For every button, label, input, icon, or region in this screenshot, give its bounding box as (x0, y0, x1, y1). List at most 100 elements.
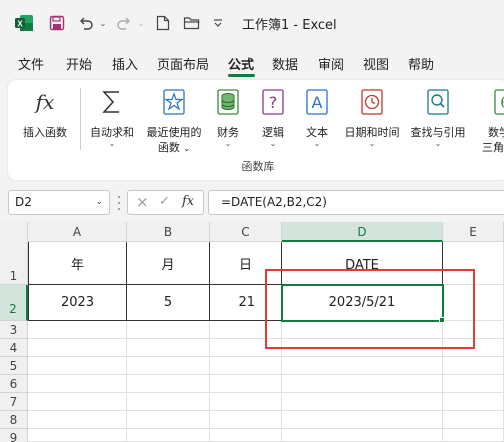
cell-c7[interactable] (210, 393, 282, 411)
cell-c9[interactable] (210, 429, 282, 442)
name-box[interactable]: D2 ⌄ (8, 190, 110, 215)
tab-insert[interactable]: 插入 (112, 54, 138, 73)
redo-icon[interactable] (114, 13, 134, 33)
cell-d5[interactable] (282, 357, 443, 375)
chevron-down-icon: ⌄ (434, 139, 442, 148)
math-trig-label: 数学和 (488, 126, 504, 139)
cell-d6[interactable] (282, 375, 443, 393)
cell-b1[interactable]: 月 (127, 242, 210, 285)
text-book-icon: A (304, 88, 330, 116)
insert-function-icon[interactable]: fx (182, 194, 194, 209)
column-header-b[interactable]: B (127, 222, 210, 242)
cell-b4[interactable] (127, 339, 210, 357)
tab-help[interactable]: 帮助 (408, 54, 434, 73)
column-header-e[interactable]: E (443, 222, 504, 242)
column-header-d[interactable]: D (282, 222, 443, 242)
tab-formulas[interactable]: 公式 (228, 54, 254, 73)
cell-e5[interactable] (443, 357, 504, 375)
tab-data[interactable]: 数据 (272, 54, 298, 73)
row-header-1[interactable]: 1 (0, 242, 28, 285)
logical-button[interactable]: ? 逻辑 ⌄ (256, 86, 290, 156)
redo-dropdown-icon[interactable]: ⌄ (136, 13, 146, 33)
cell-b9[interactable] (127, 429, 210, 442)
autosum-button[interactable]: 自动求和 ⌄ (84, 86, 140, 156)
tab-home[interactable]: 开始 (66, 54, 92, 73)
ribbon-panel: fx 插入函数 自动求和 ⌄ 最近使用的 函数 ⌄ 财务 ⌄ ? 逻辑 ⌄ A … (8, 80, 504, 180)
tab-review[interactable]: 审阅 (318, 54, 344, 73)
cell-e7[interactable] (443, 393, 504, 411)
resize-handle-icon[interactable] (116, 196, 122, 210)
open-folder-icon[interactable] (182, 13, 202, 33)
svg-text:?: ? (269, 93, 278, 112)
cell-a3[interactable] (28, 321, 127, 339)
math-trig-button[interactable]: θ 数学和 三角函 (478, 86, 504, 156)
cell-e9[interactable] (443, 429, 504, 442)
cell-b5[interactable] (127, 357, 210, 375)
row-header-7[interactable]: 7 (0, 393, 28, 411)
cell-c8[interactable] (210, 411, 282, 429)
cell-c5[interactable] (210, 357, 282, 375)
formula-input[interactable]: =DATE(A2,B2,C2) (208, 190, 504, 215)
cell-a7[interactable] (28, 393, 127, 411)
recently-used-label2: 函数 ⌄ (157, 141, 191, 154)
cell-a1[interactable]: 年 (28, 242, 127, 285)
cell-b6[interactable] (127, 375, 210, 393)
insert-function-button[interactable]: fx 插入函数 (14, 86, 76, 156)
tab-file[interactable]: 文件 (18, 54, 44, 73)
theta-book-icon: θ (492, 88, 504, 116)
cell-a6[interactable] (28, 375, 127, 393)
financial-button[interactable]: 财务 ⌄ (210, 86, 246, 156)
ribbon-divider (80, 88, 81, 150)
cancel-icon[interactable]: × (136, 193, 149, 211)
cell-d8[interactable] (282, 411, 443, 429)
question-book-icon: ? (260, 88, 286, 116)
cell-a5[interactable] (28, 357, 127, 375)
customize-toolbar-icon[interactable] (210, 13, 226, 33)
highlight-annotation-box (265, 269, 475, 349)
cell-a2[interactable]: 2023 (28, 285, 127, 321)
name-box-value: D2 (15, 195, 32, 209)
cell-a4[interactable] (28, 339, 127, 357)
clock-book-icon (359, 88, 385, 116)
cell-a8[interactable] (28, 411, 127, 429)
svg-text:A: A (312, 93, 323, 112)
new-file-icon[interactable] (154, 13, 172, 33)
cell-a9[interactable] (28, 429, 127, 442)
save-icon[interactable] (48, 13, 66, 33)
cell-b2[interactable]: 5 (127, 285, 210, 321)
logical-label: 逻辑 (262, 126, 284, 139)
recently-used-button[interactable]: 最近使用的 函数 ⌄ (142, 86, 206, 156)
financial-label: 财务 (217, 126, 239, 139)
cell-c6[interactable] (210, 375, 282, 393)
column-header-c[interactable]: C (210, 222, 282, 242)
cell-b7[interactable] (127, 393, 210, 411)
tab-page-layout[interactable]: 页面布局 (157, 54, 209, 73)
text-button[interactable]: A 文本 ⌄ (300, 86, 334, 156)
select-all-corner[interactable] (0, 222, 28, 242)
row-header-5[interactable]: 5 (0, 357, 28, 375)
cell-d9[interactable] (282, 429, 443, 442)
cell-b8[interactable] (127, 411, 210, 429)
tab-view[interactable]: 视图 (363, 54, 389, 73)
fx-icon: fx (32, 88, 58, 116)
lookup-reference-button[interactable]: 查找与引用 ⌄ (406, 86, 470, 156)
date-time-button[interactable]: 日期和时间 ⌄ (340, 86, 404, 156)
lookup-reference-label: 查找与引用 (410, 126, 466, 139)
cell-e8[interactable] (443, 411, 504, 429)
row-header-9[interactable]: 9 (0, 429, 28, 442)
chevron-down-icon[interactable]: ⌄ (95, 191, 103, 214)
row-header-2[interactable]: 2 (0, 285, 28, 321)
active-tab-indicator (228, 74, 255, 77)
row-header-3[interactable]: 3 (0, 321, 28, 339)
undo-dropdown-icon[interactable]: ⌄ (98, 13, 108, 33)
row-header-8[interactable]: 8 (0, 411, 28, 429)
enter-icon[interactable]: ✓ (159, 194, 170, 209)
column-header-a[interactable]: A (28, 222, 127, 242)
row-header-4[interactable]: 4 (0, 339, 28, 357)
cell-d7[interactable] (282, 393, 443, 411)
cell-e6[interactable] (443, 375, 504, 393)
cell-b3[interactable] (127, 321, 210, 339)
worksheet-grid[interactable]: A B C D E 1 2 3 4 5 6 7 8 9 年 月 日 DATE 2… (0, 222, 504, 442)
row-header-6[interactable]: 6 (0, 375, 28, 393)
undo-icon[interactable] (76, 13, 96, 33)
